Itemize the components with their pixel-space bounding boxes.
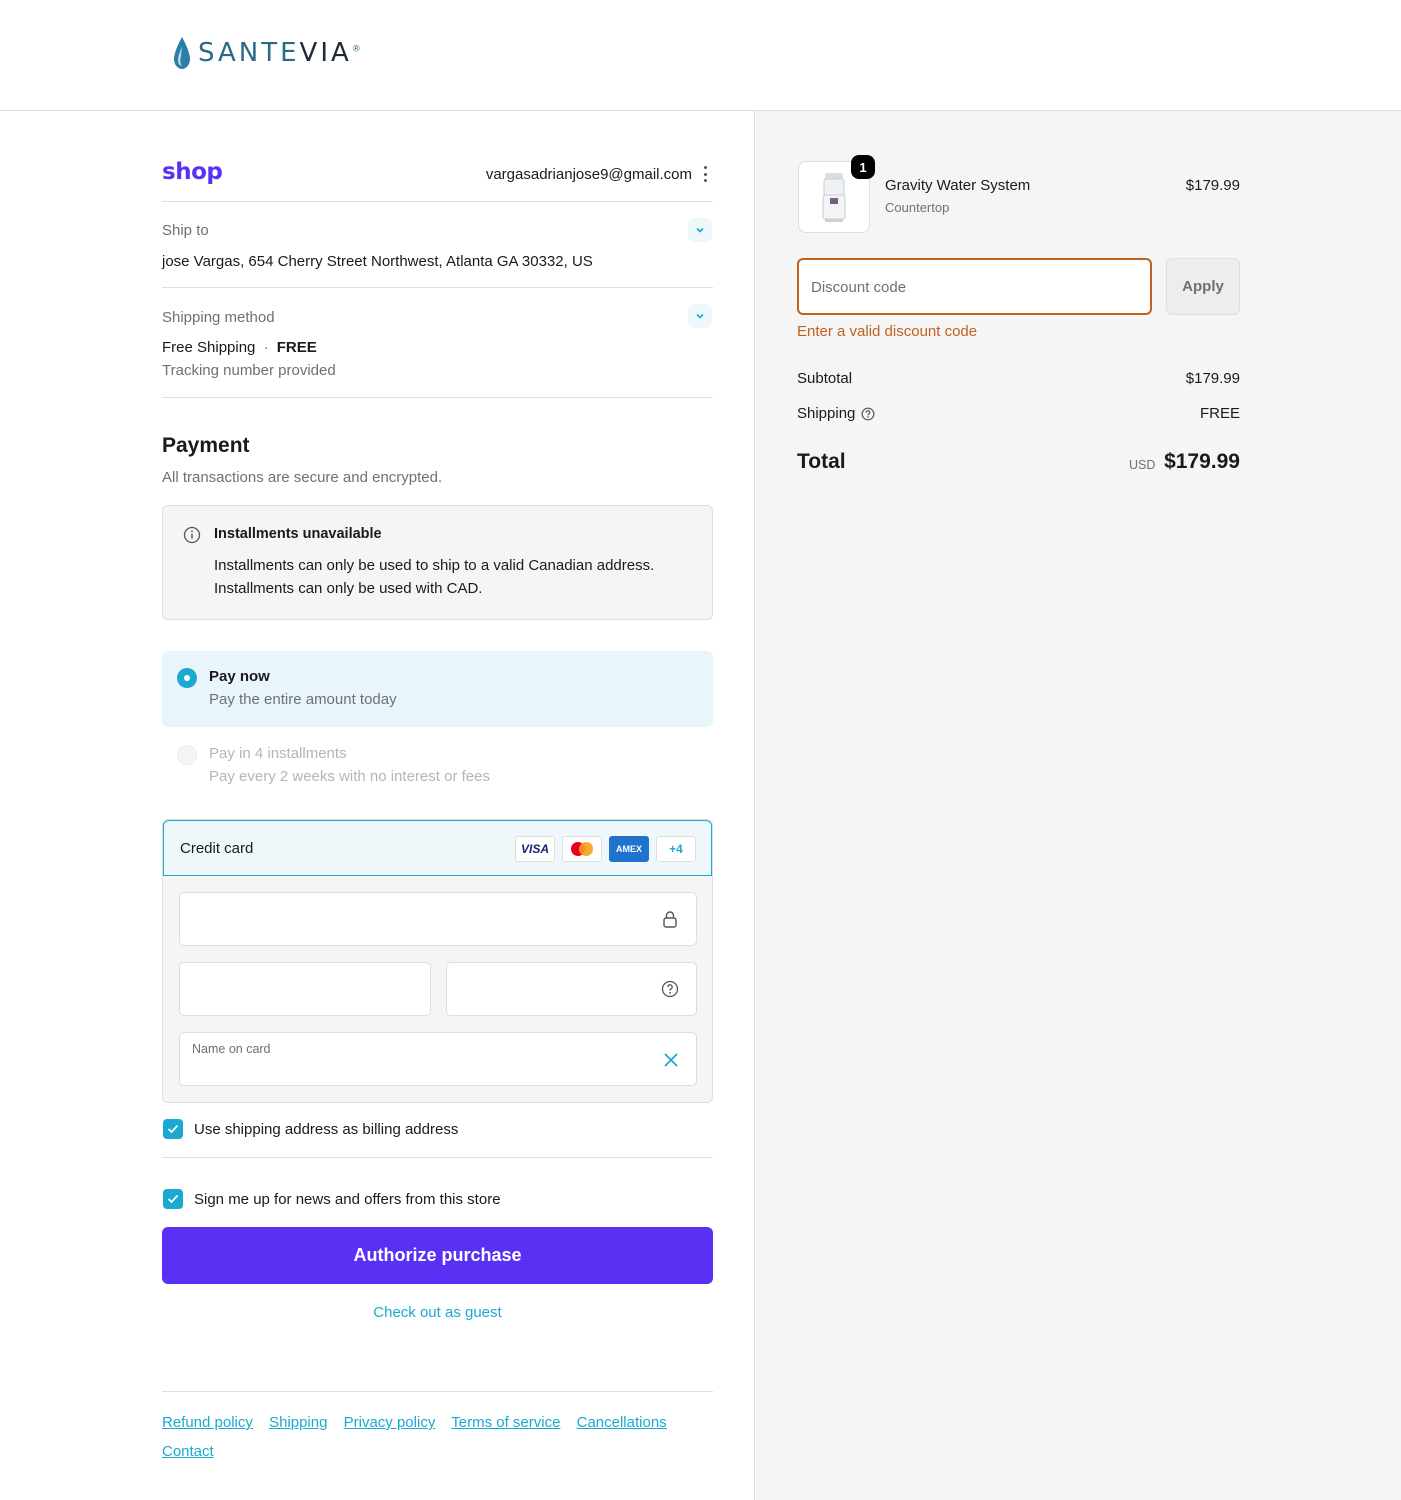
name-on-card-label: Name on card [192, 1042, 271, 1056]
shipping-summary-label: Shipping [797, 405, 875, 422]
santevia-logo[interactable]: SANTEVIA® [172, 36, 364, 70]
shipping-method-name: Free Shipping [162, 339, 256, 356]
shipping-method-note: Tracking number provided [162, 362, 336, 379]
clear-x-icon[interactable] [662, 1051, 680, 1069]
credit-card-title: Credit card [180, 840, 254, 857]
payment-subtitle: All transactions are secure and encrypte… [162, 469, 443, 486]
pay-now-title: Pay now [209, 668, 270, 685]
separator: · [263, 339, 269, 356]
terms-of-service-link[interactable]: Terms of service [451, 1414, 560, 1431]
brand-name: SANTEVIA® [198, 38, 364, 68]
news-signup-label: Sign me up for news and offers from this… [194, 1191, 501, 1208]
pay-installments-subtitle: Pay every 2 weeks with no interest or fe… [209, 768, 490, 785]
pay-now-subtitle: Pay the entire amount today [209, 691, 397, 708]
shipping-address: jose Vargas, 654 Cherry Street Northwest… [162, 253, 593, 270]
credit-card-header[interactable]: Credit card VISA AMEX +4 [163, 820, 712, 876]
shipping-method-label: Shipping method [162, 309, 275, 326]
pay-installments-radio[interactable] [177, 745, 197, 765]
billing-address-checkbox[interactable] [163, 1119, 183, 1139]
mastercard-circles-icon [571, 842, 593, 856]
ship-to-label: Ship to [162, 222, 209, 239]
guest-checkout-label[interactable]: Check out as guest [373, 1304, 501, 1321]
security-code-input[interactable] [446, 962, 697, 1016]
discount-error-message: Enter a valid discount code [797, 323, 978, 340]
total-value: $179.99 [1164, 450, 1240, 473]
shipping-method-price: FREE [276, 339, 317, 356]
checkout-form-column [0, 111, 755, 1500]
quantity-badge: 1 [851, 155, 875, 179]
privacy-policy-link[interactable]: Privacy policy [344, 1414, 436, 1431]
checkmark-icon [167, 1124, 179, 1134]
footer-links: Refund policy Shipping Privacy policy Te… [162, 1408, 713, 1466]
water-drop-icon [174, 37, 190, 69]
shipping-summary-value: FREE [1199, 405, 1240, 422]
refund-policy-link[interactable]: Refund policy [162, 1414, 253, 1431]
account-menu-icon[interactable] [701, 166, 709, 182]
shop-pay-logo: shop [162, 159, 223, 185]
payment-title: Payment [162, 434, 250, 457]
guest-checkout-link[interactable]: Check out as guest [162, 1304, 713, 1321]
shipping-label-text: Shipping [797, 405, 856, 422]
mastercard-logo [562, 836, 602, 862]
subtotal-label: Subtotal [797, 370, 853, 387]
news-signup-checkbox[interactable] [163, 1189, 183, 1209]
name-on-card-input[interactable]: Name on card [179, 1032, 697, 1086]
pay-now-radio[interactable] [177, 668, 197, 688]
expiration-date-input[interactable] [179, 962, 431, 1016]
chevron-down-icon [696, 313, 704, 319]
product-price: $179.99 [1185, 177, 1240, 194]
account-email: vargasadrianjose9@gmail.com [485, 166, 692, 183]
chevron-down-icon [696, 227, 704, 233]
divider [162, 201, 713, 202]
apply-discount-button[interactable]: Apply [1166, 258, 1240, 315]
pay-now-option[interactable]: Pay now Pay the entire amount today [162, 651, 713, 727]
notice-line: Installments can only be used to ship to… [214, 557, 655, 574]
discount-code-input[interactable]: Discount code [797, 258, 1152, 315]
more-cards-badge: +4 [656, 836, 696, 862]
contact-link[interactable]: Contact [162, 1443, 214, 1460]
product-variant: Countertop [885, 200, 950, 215]
ship-to-expand-button[interactable] [688, 218, 712, 242]
notice-line: Installments can only be used with CAD. [214, 580, 483, 597]
total-label: Total [797, 450, 846, 473]
billing-address-label: Use shipping address as billing address [194, 1121, 459, 1138]
divider [162, 1391, 713, 1392]
checkmark-icon [167, 1194, 179, 1204]
info-icon [183, 526, 201, 544]
discount-code-placeholder: Discount code [811, 279, 907, 296]
shipping-method-expand-button[interactable] [688, 304, 712, 328]
authorize-purchase-button[interactable]: Authorize purchase [162, 1227, 713, 1284]
divider [162, 287, 713, 288]
cancellations-link[interactable]: Cancellations [577, 1414, 667, 1431]
lock-icon [663, 911, 677, 928]
help-circle-icon[interactable] [661, 980, 679, 998]
divider [162, 397, 713, 398]
subtotal-value: $179.99 [1185, 370, 1240, 387]
amex-logo: AMEX [609, 836, 649, 862]
order-summary-column [756, 111, 1401, 1500]
product-name: Gravity Water System [885, 177, 1031, 194]
installments-notice: Installments unavailable Installments ca… [162, 505, 713, 620]
pay-installments-title: Pay in 4 installments [209, 745, 347, 762]
divider [162, 1157, 713, 1158]
notice-title: Installments unavailable [214, 526, 382, 542]
site-header: SANTEVIA® [0, 0, 1401, 111]
shipping-method-value: Free Shipping · FREE [162, 339, 317, 356]
help-circle-icon[interactable] [861, 407, 875, 421]
credit-card-section: Credit card VISA AMEX +4 Name on card [162, 819, 713, 1103]
visa-logo: VISA [515, 836, 555, 862]
shipping-policy-link[interactable]: Shipping [269, 1414, 327, 1431]
card-number-input[interactable] [179, 892, 697, 946]
total-currency: USD [1129, 458, 1156, 472]
